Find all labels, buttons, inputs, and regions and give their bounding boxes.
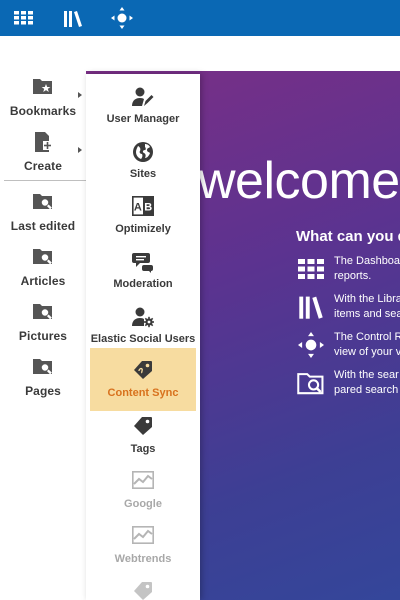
menu-item-content-sync[interactable]: Content Sync — [90, 348, 196, 411]
control-room-button[interactable] — [100, 0, 144, 36]
menu-item-label: Moderation — [113, 278, 173, 290]
sidebar-item-create[interactable]: Create — [0, 131, 86, 173]
tag-icon — [134, 417, 152, 435]
feature-text: items and sea — [334, 308, 400, 320]
submenu-arrow-icon — [78, 92, 82, 98]
top-bar — [0, 0, 400, 36]
menu-item-label: Sites — [129, 168, 157, 180]
folder-search-icon — [33, 194, 52, 210]
bookmark-folder-icon — [33, 79, 52, 94]
menu-item-tags[interactable]: Tags — [90, 408, 196, 463]
analytics-chart-icon — [132, 526, 154, 544]
folder-search-icon — [297, 373, 324, 395]
menu-item-label: Google — [124, 498, 162, 510]
menu-item-partial[interactable] — [90, 573, 196, 600]
sidebar-item-label: Pictures — [18, 329, 68, 343]
sidebar-item-pages[interactable]: Pages — [0, 356, 86, 398]
globe-icon — [133, 142, 153, 162]
control-room-icon — [111, 7, 133, 29]
moderation-icon — [132, 253, 153, 273]
menu-item-elastic-social-users[interactable]: Elastic Social Users — [90, 298, 196, 353]
library-icon — [64, 11, 82, 27]
menu-item-label: User Manager — [106, 113, 180, 125]
feature-text: With the sear — [334, 369, 399, 381]
menu-item-label: Webtrends — [114, 553, 172, 565]
menu-item-label: Tags — [130, 443, 156, 455]
new-document-icon — [35, 132, 52, 152]
user-settings-icon — [132, 307, 154, 328]
menu-item-label: Elastic Social Users — [90, 333, 196, 345]
menu-item-webtrends[interactable]: Webtrends — [90, 518, 196, 573]
menu-item-sites[interactable]: Sites — [90, 133, 196, 188]
sidebar-item-last-edited[interactable]: Last edited — [0, 191, 86, 233]
menu-item-moderation[interactable]: Moderation — [90, 243, 196, 298]
sidebar-item-label: Bookmarks — [9, 104, 77, 118]
feature-text: view of your v — [334, 346, 400, 358]
apps-menu: User Manager Sites A B Optimizely Modera… — [86, 74, 200, 600]
sidebar-item-bookmarks[interactable]: Bookmarks — [0, 76, 86, 118]
sidebar-divider — [4, 180, 86, 181]
submenu-arrow-icon — [78, 147, 82, 153]
menu-item-label: Content Sync — [107, 387, 179, 399]
ab-test-icon: A B — [132, 196, 154, 216]
analytics-chart-icon — [132, 471, 154, 489]
feature-text: pared search — [334, 384, 399, 396]
menu-item-google[interactable]: Google — [90, 463, 196, 518]
control-room-icon — [298, 332, 324, 358]
folder-search-icon — [33, 304, 52, 320]
folder-search-icon — [33, 359, 52, 375]
grid-icon — [14, 11, 33, 25]
menu-item-label: Optimizely — [115, 223, 171, 235]
library-button[interactable] — [51, 0, 95, 36]
welcome-title: welcome — [198, 152, 400, 210]
menu-item-user-manager[interactable]: User Manager — [90, 78, 196, 133]
feature-text: reports. — [334, 270, 372, 282]
tag-icon — [134, 582, 152, 600]
welcome-subtitle: What can you d — [296, 228, 400, 245]
user-manager-icon — [132, 87, 154, 106]
folder-search-icon — [33, 249, 52, 265]
grid-icon — [298, 259, 324, 279]
sidebar-item-label: Create — [24, 159, 62, 173]
apps-button[interactable] — [2, 0, 46, 36]
feature-text: The Dashboa — [334, 255, 400, 267]
sidebar-item-label: Last edited — [10, 219, 76, 233]
svg-text:B: B — [144, 202, 152, 214]
sidebar-item-label: Pages — [25, 384, 61, 398]
sidebar-item-label: Articles — [20, 274, 66, 288]
feature-text: With the Libra — [334, 293, 400, 305]
tag-icon — [134, 361, 152, 379]
library-icon — [299, 296, 323, 319]
favorites-sidebar: Bookmarks Create Last edited Articles Pi… — [0, 36, 86, 600]
sidebar-item-pictures[interactable]: Pictures — [0, 301, 86, 343]
menu-item-optimizely[interactable]: A B Optimizely — [90, 188, 196, 243]
svg-text:A: A — [134, 202, 142, 214]
feature-text: The Control R — [334, 331, 400, 343]
sidebar-item-articles[interactable]: Articles — [0, 246, 86, 288]
